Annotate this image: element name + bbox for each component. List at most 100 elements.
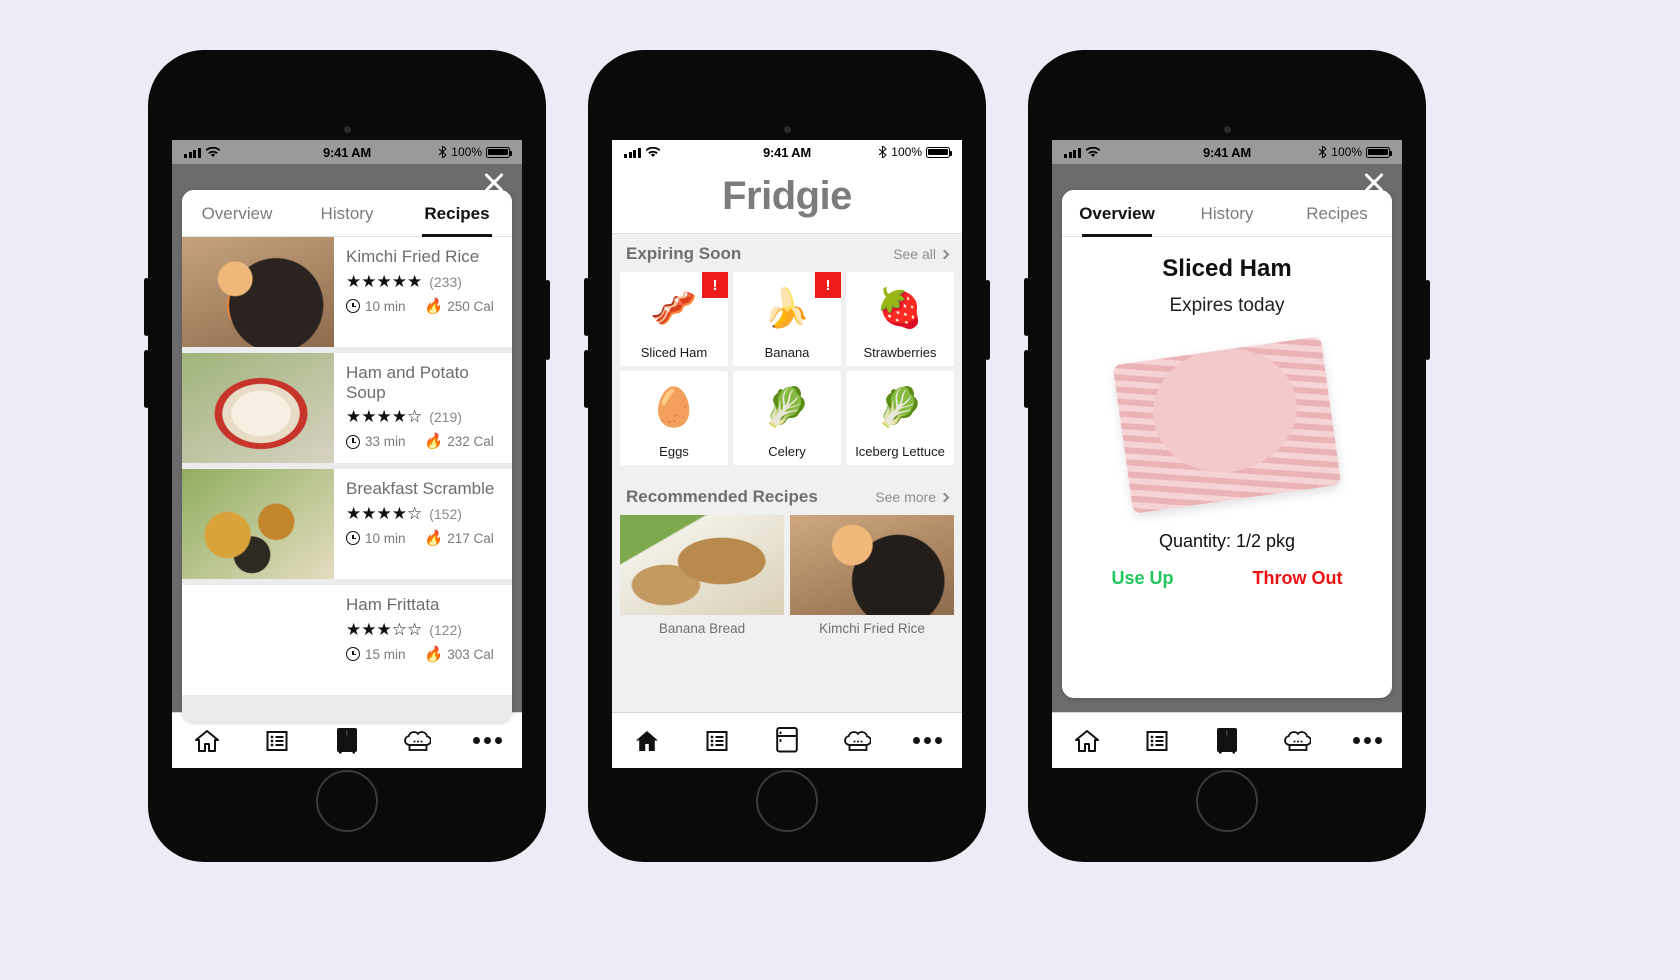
power-button[interactable] (985, 280, 990, 360)
recommended-card[interactable]: Kimchi Fried Rice (790, 515, 954, 640)
tab-recipes[interactable]: Recipes (1282, 190, 1392, 236)
expiry-status: Expires today (1169, 295, 1285, 316)
calories: 🔥 217 Cal (423, 529, 494, 547)
power-button[interactable] (545, 280, 550, 360)
list-icon[interactable] (702, 726, 732, 756)
see-more-label: See more (875, 489, 936, 505)
clock-icon (346, 299, 360, 314)
ellipsis-icon[interactable] (1352, 726, 1382, 756)
iceberg-lettuce-icon: 🥬 (876, 386, 924, 429)
detail-action-row: Use Up Throw Out (1062, 552, 1392, 607)
volume-down-button[interactable] (144, 350, 149, 408)
home-button[interactable] (316, 770, 378, 832)
food-cell-sliced-ham[interactable]: ! 🥓 Sliced Ham (620, 272, 728, 366)
recipe-row[interactable]: Breakfast Scramble ★★★★☆ (152) 10 min 🔥 2… (182, 469, 512, 579)
use-up-button[interactable]: Use Up (1112, 568, 1174, 589)
calories: 🔥 232 Cal (423, 433, 494, 451)
fridge-icon[interactable] (1212, 726, 1242, 756)
tab-recipes[interactable]: Recipes (402, 190, 512, 237)
bottom-nav[interactable] (612, 712, 962, 768)
screen-recipes: 9:41 AM 100% Overview History Recipes Ki… (172, 140, 522, 768)
sensor (1224, 126, 1231, 133)
expiring-grid: ! 🥓 Sliced Ham ! 🍌 Banana 🍓 Strawberries… (612, 272, 962, 475)
tab-history[interactable]: History (292, 190, 402, 236)
recommended-card[interactable]: Banana Bread (620, 515, 784, 640)
star-rating-glyphs: ★★★★☆ (346, 407, 423, 427)
calories: 🔥 303 Cal (423, 645, 494, 663)
recipe-image (620, 515, 784, 615)
cook-time: 15 min (346, 647, 406, 662)
recipe-meta: 15 min 🔥 303 Cal (346, 647, 498, 662)
home-button[interactable] (756, 770, 818, 832)
recipe-info: Kimchi Fried Rice ★★★★★ (233) 10 min 🔥 25… (334, 237, 512, 347)
tab-history[interactable]: History (1172, 190, 1282, 236)
bluetooth-icon (1319, 146, 1328, 158)
food-cell-strawberries[interactable]: 🍓 Strawberries (846, 272, 954, 366)
chef-hat-icon[interactable] (402, 726, 432, 756)
review-count: (233) (429, 273, 462, 290)
recipe-meta: 10 min 🔥 250 Cal (346, 299, 498, 314)
food-label: Celery (768, 443, 806, 459)
volume-up-button[interactable] (1024, 278, 1029, 336)
list-icon[interactable] (1142, 726, 1172, 756)
food-label: Iceberg Lettuce (855, 443, 945, 459)
battery-percent: 100% (891, 145, 922, 159)
clock-icon (346, 434, 360, 449)
recipe-row[interactable]: Ham Frittata ★★★☆☆ (122) 15 min 🔥 303 Cal (182, 585, 512, 695)
bottom-nav[interactable] (1052, 712, 1402, 768)
recipe-name: Banana Bread (658, 621, 746, 636)
cook-time: 10 min (346, 299, 406, 314)
home-icon[interactable] (1072, 726, 1102, 756)
status-right: 100% (1318, 145, 1393, 159)
chef-hat-icon[interactable] (1282, 726, 1312, 756)
recipe-name: Kimchi Fried Rice (819, 621, 925, 636)
sensor (344, 126, 351, 133)
list-icon[interactable] (262, 726, 292, 756)
tab-overview[interactable]: Overview (1062, 190, 1172, 237)
food-cell-iceberg-lettuce[interactable]: 🥬 Iceberg Lettuce (846, 371, 954, 465)
flame-icon: 🔥 (423, 433, 443, 451)
tab-overview[interactable]: Overview (182, 190, 292, 236)
see-more-button[interactable]: See more (875, 489, 950, 505)
recipe-row[interactable]: Ham and Potato Soup ★★★★☆ (219) 33 min 🔥… (182, 353, 512, 463)
close-icon[interactable] (1360, 168, 1388, 196)
food-cell-banana[interactable]: ! 🍌 Banana (733, 272, 841, 366)
recommended-grid: Banana Bread Kimchi Fried Rice (612, 515, 962, 648)
home-icon[interactable] (632, 726, 662, 756)
food-cell-celery[interactable]: 🥬 Celery (733, 371, 841, 465)
tab-bar: Overview History Recipes (1062, 190, 1392, 237)
power-button[interactable] (1425, 280, 1430, 360)
recipe-row[interactable]: Kimchi Fried Rice ★★★★★ (233) 10 min 🔥 25… (182, 237, 512, 347)
close-icon[interactable] (480, 168, 508, 196)
star-rating-glyphs: ★★★★☆ (346, 503, 423, 523)
recipe-thumbnail (182, 237, 334, 347)
flame-icon: 🔥 (423, 645, 443, 663)
food-label: Banana (764, 344, 810, 360)
fridge-icon[interactable] (332, 726, 362, 756)
cook-time: 10 min (346, 531, 406, 546)
throw-out-button[interactable]: Throw Out (1253, 568, 1343, 589)
food-cell-eggs[interactable]: 🥚 Eggs (620, 371, 728, 465)
volume-down-button[interactable] (584, 350, 589, 408)
battery-icon (1366, 146, 1393, 158)
status-bar: 9:41 AM 100% (1052, 140, 1402, 164)
tab-bar: Overview History Recipes (182, 190, 512, 237)
fridge-icon[interactable] (772, 726, 802, 756)
recipe-list[interactable]: Kimchi Fried Rice ★★★★★ (233) 10 min 🔥 25… (182, 237, 512, 695)
home-button[interactable] (1196, 770, 1258, 832)
recipe-info: Breakfast Scramble ★★★★☆ (152) 10 min 🔥 2… (334, 469, 512, 579)
alert-badge: ! (702, 272, 728, 298)
status-bar: 9:41 AM 100% (612, 140, 962, 164)
chef-hat-icon[interactable] (842, 726, 872, 756)
rating: ★★★★☆ (152) (346, 504, 498, 524)
ellipsis-icon[interactable] (912, 726, 942, 756)
recipe-title: Ham Frittata (346, 595, 440, 614)
home-icon[interactable] (192, 726, 222, 756)
sensor (784, 126, 791, 133)
volume-up-button[interactable] (144, 278, 149, 336)
ellipsis-icon[interactable] (472, 726, 502, 756)
volume-down-button[interactable] (1024, 350, 1029, 408)
item-image (1078, 325, 1376, 525)
volume-up-button[interactable] (584, 278, 589, 336)
see-all-button[interactable]: See all (893, 246, 950, 262)
